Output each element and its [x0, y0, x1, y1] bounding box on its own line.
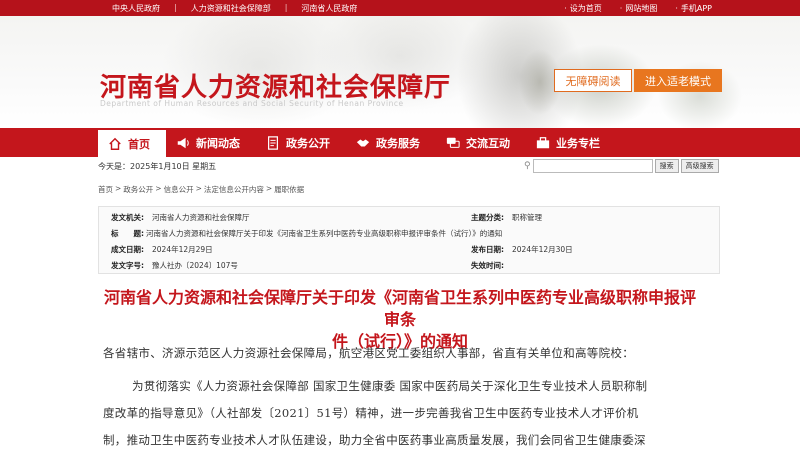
site-subtitle: Department of Human Resources and Social… — [100, 99, 404, 108]
utility-links: · 设为首页 · 网站地图 · 手机APP — [564, 3, 712, 14]
publisher-value: 河南省人力资源和社会保障厅 — [152, 213, 250, 222]
elder-mode-button[interactable]: 进入适老模式 — [634, 69, 722, 92]
created-value: 2024年12月29日 — [152, 245, 213, 254]
divider: | — [174, 3, 177, 12]
breadcrumb-separator: > — [265, 184, 273, 193]
published-label: 发布日期: — [471, 245, 504, 254]
date-value: 2025年1月10日 星期五 — [130, 162, 217, 171]
home-icon — [109, 137, 121, 150]
article-title-line: 河南省人力资源和社会保障厅关于印发《河南省卫生系列中医药专业高级职称申报评审条 — [103, 288, 696, 329]
created-label: 成文日期: — [111, 245, 144, 254]
salutation: 各省辖市、济源示范区人力资源社会保障局，航空港区党工委组织人事部，省直有关单位和… — [103, 346, 634, 360]
nav-item-gov-affairs[interactable]: 政务公开 — [256, 128, 346, 157]
dot-icon: · — [619, 4, 623, 13]
sitemap-link[interactable]: · 网站地图 — [620, 3, 658, 14]
breadcrumb-separator: > — [115, 184, 122, 193]
breadcrumb: 首页 > 政务公开 > 信息公开 > 法定信息公开内容 > 履职依据 — [98, 184, 304, 195]
nav-label: 首页 — [128, 137, 150, 151]
breadcrumb-info-disclosure[interactable]: 信息公开 — [164, 184, 194, 195]
link-central-gov[interactable]: 中央人民政府 — [112, 3, 160, 14]
subject-value: 职称管理 — [512, 213, 542, 222]
accessibility-button[interactable]: 无障碍阅读 — [554, 69, 632, 92]
nav-label: 业务专栏 — [556, 136, 600, 150]
gov-links: 中央人民政府 | 人力资源和社会保障部 | 河南省人民政府 — [112, 3, 357, 14]
link-mohrss[interactable]: 人力资源和社会保障部 — [191, 3, 271, 14]
date-display: 今天是：2025年1月10日 星期五 — [98, 161, 216, 172]
breadcrumb-home[interactable]: 首页 — [98, 184, 113, 195]
nav-label: 新闻动态 — [196, 136, 240, 150]
breadcrumb-separator: > — [155, 184, 162, 193]
title-label: 标 题: — [111, 229, 144, 238]
document-icon — [268, 135, 278, 150]
nav-item-interaction[interactable]: 交流互动 — [436, 128, 526, 157]
nav-item-columns[interactable]: 业务专栏 — [526, 128, 616, 157]
set-homepage-link[interactable]: · 设为首页 — [564, 3, 602, 14]
handshake-icon — [356, 139, 370, 146]
search-button[interactable]: 搜索 — [654, 159, 679, 173]
breadcrumb-statutory[interactable]: 法定信息公开内容 — [204, 184, 264, 195]
info-row: 发文机关: 河南省人力资源和社会保障厅 主题分类: 职称管理 — [99, 209, 719, 226]
docno-label: 发文字号: — [111, 261, 144, 270]
chat-icon — [446, 137, 460, 148]
megaphone-icon — [177, 137, 189, 148]
info-row: 成文日期: 2024年12月29日 发布日期: 2024年12月30日 — [99, 241, 719, 258]
set-homepage-label[interactable]: 设为首页 — [570, 3, 602, 14]
main-nav: 首页 新闻动态 政务公开 政务服务 交流互动 业务专栏 — [0, 128, 800, 157]
date-prefix: 今天是： — [98, 162, 130, 171]
breadcrumb-duty-basis[interactable]: 履职依据 — [274, 184, 304, 195]
link-henan-gov[interactable]: 河南省人民政府 — [301, 3, 357, 14]
body-paragraph: 制，推动卫生中医药专业技术人才队伍建设，助力全省中医药事业高质量发展，我们会同省… — [103, 433, 646, 447]
docno-value: 豫人社办〔2024〕107号 — [152, 261, 238, 270]
title-value: 河南省人力资源和社会保障厅关于印发《河南省卫生系列中医药专业高级职称申报评审条件… — [146, 229, 503, 238]
search-input[interactable] — [532, 159, 653, 173]
article-title: 河南省人力资源和社会保障厅关于印发《河南省卫生系列中医药专业高级职称申报评审条 … — [98, 287, 702, 353]
mobile-app-label[interactable]: 手机APP — [681, 3, 712, 14]
briefcase-icon — [536, 136, 550, 148]
dot-icon: · — [564, 4, 567, 13]
nav-item-home[interactable]: 首页 — [98, 128, 166, 157]
sitemap-label[interactable]: 网站地图 — [625, 3, 657, 14]
body-paragraph: 为贯彻落实《人力资源社会保障部 国家卫生健康委 国家中医药局关于深化卫生专业技术… — [132, 379, 648, 393]
document-info-table: 发文机关: 河南省人力资源和社会保障厅 主题分类: 职称管理 标 题: 河南省人力资源… — [98, 206, 720, 274]
nav-label: 政务服务 — [376, 136, 420, 150]
info-row: 标 题: 河南省人力资源和社会保障厅关于印发《河南省卫生系列中医药专业高级职称申报… — [99, 225, 719, 242]
effect-label: 失效时间: — [471, 261, 504, 270]
publisher-label: 发文机关: — [111, 213, 144, 222]
search-area: ⚲ 搜索 高级搜索 — [524, 159, 719, 173]
top-bar: 中央人民政府 | 人力资源和社会保障部 | 河南省人民政府 · 设为首页 · 网站地… — [0, 0, 800, 16]
mobile-app-link[interactable]: · 手机APP — [675, 3, 712, 14]
advanced-search-button[interactable]: 高级搜索 — [680, 159, 719, 173]
breadcrumb-separator: > — [195, 184, 202, 193]
nav-label: 交流互动 — [466, 136, 510, 150]
breadcrumb-gov-affairs[interactable]: 政务公开 — [123, 184, 153, 195]
dot-icon: · — [675, 4, 678, 13]
info-row: 发文字号: 豫人社办〔2024〕107号 失效时间: — [99, 257, 719, 274]
subject-label: 主题分类: — [471, 213, 504, 222]
nav-item-services[interactable]: 政务服务 — [346, 128, 436, 157]
nav-label: 政务公开 — [286, 136, 330, 150]
search-icon: ⚲ — [524, 161, 531, 171]
divider: | — [284, 3, 288, 12]
published-value: 2024年12月30日 — [512, 245, 573, 254]
header-banner: 河南省人力资源和社会保障厅 Department of Human Resour… — [0, 16, 800, 128]
body-paragraph: 度改革的指导意见》（人社部发〔2021〕51号）精神，进一步完善我省卫生中医药专… — [103, 406, 639, 420]
nav-item-news[interactable]: 新闻动态 — [166, 128, 256, 157]
